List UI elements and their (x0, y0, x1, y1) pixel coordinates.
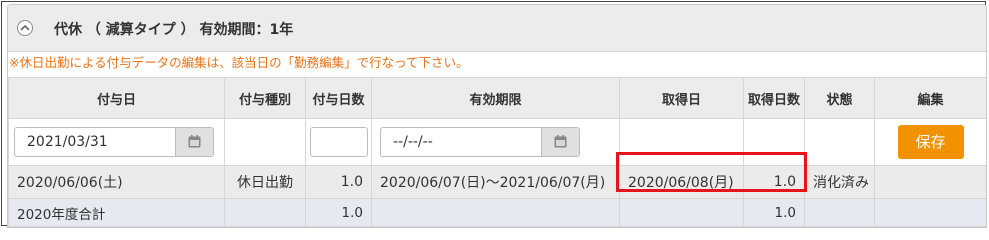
panel-title: 代休 （ 減算タイプ ） 有効期間：1年 (54, 22, 294, 38)
row-acquired-days: 1.0 (743, 165, 805, 199)
col-header-grant-days: 付与日数 (305, 77, 372, 119)
grant-days-input[interactable] (309, 127, 368, 157)
col-header-validity: 有効期限 (371, 77, 620, 119)
total-acquired-date (619, 198, 744, 227)
col-header-grant-type: 付与種別 (224, 77, 306, 119)
table-header-row: 付与日 付与種別 付与日数 有効期限 取得日 取得日数 状態 編集 (8, 77, 986, 119)
col-header-grant-date: 付与日 (8, 77, 225, 119)
table-row: 2020/06/06(土) 休日出勤 1.0 2020/06/07(日)～202… (8, 165, 986, 199)
total-validity (371, 198, 620, 227)
save-button[interactable]: 保存 (897, 125, 964, 159)
grant-date-field[interactable]: 2021/03/31 (14, 127, 214, 157)
grant-date-calendar-button[interactable] (175, 128, 213, 156)
save-cell: 保存 (874, 118, 986, 166)
grant-type-input-cell (224, 118, 306, 166)
row-edit (874, 165, 986, 199)
total-status (804, 198, 875, 227)
col-header-edit: 編集 (874, 77, 986, 119)
status-input-cell (804, 118, 875, 166)
row-status: 消化済み (804, 165, 875, 199)
total-edit (874, 198, 986, 227)
col-header-acquired-date: 取得日 (619, 77, 744, 119)
col-header-status: 状態 (804, 77, 875, 119)
validity-input-value[interactable]: --/--/-- (393, 134, 433, 150)
row-grant-days: 1.0 (305, 165, 372, 199)
grant-date-cell: 2021/03/31 (8, 118, 225, 166)
acquired-days-input-cell (743, 118, 805, 166)
total-label: 2020年度合計 (8, 198, 225, 227)
chevron-up-icon (20, 24, 30, 31)
calendar-icon (554, 135, 567, 148)
total-acquired-days: 1.0 (743, 198, 805, 227)
validity-calendar-button[interactable] (541, 128, 579, 156)
panel-header: 代休 （ 減算タイプ ） 有効期間：1年 (8, 5, 986, 52)
row-validity: 2020/06/07(日)～2021/06/07(月) (371, 165, 620, 199)
calendar-icon (188, 135, 201, 148)
grant-table: 付与日 付与種別 付与日数 有効期限 取得日 取得日数 状態 編集 2021/0… (8, 77, 986, 227)
edit-notice: ※休日出勤による付与データの編集は、該当日の「勤務編集」で行なって下さい。 (9, 55, 469, 70)
total-grant-type (224, 198, 306, 227)
validity-date-field[interactable]: --/--/-- (380, 127, 580, 157)
input-row: 2021/03/31 --/--/-- 保存 (8, 118, 986, 166)
total-row: 2020年度合計 1.0 1.0 (8, 198, 986, 227)
row-grant-date: 2020/06/06(土) (8, 165, 225, 199)
grant-days-input-cell (305, 118, 372, 166)
acquired-date-input-cell (619, 118, 744, 166)
row-acquired-date: 2020/06/08(月) (619, 165, 744, 199)
row-grant-type: 休日出勤 (224, 165, 306, 199)
grant-date-input-value[interactable]: 2021/03/31 (27, 134, 108, 150)
col-header-acquired-days: 取得日数 (743, 77, 805, 119)
compensatory-leave-panel: 代休 （ 減算タイプ ） 有効期間：1年 ※休日出勤による付与データの編集は、該… (7, 4, 987, 228)
collapse-toggle[interactable] (17, 20, 33, 36)
validity-cell: --/--/-- (371, 118, 620, 166)
total-grant-days: 1.0 (305, 198, 372, 227)
